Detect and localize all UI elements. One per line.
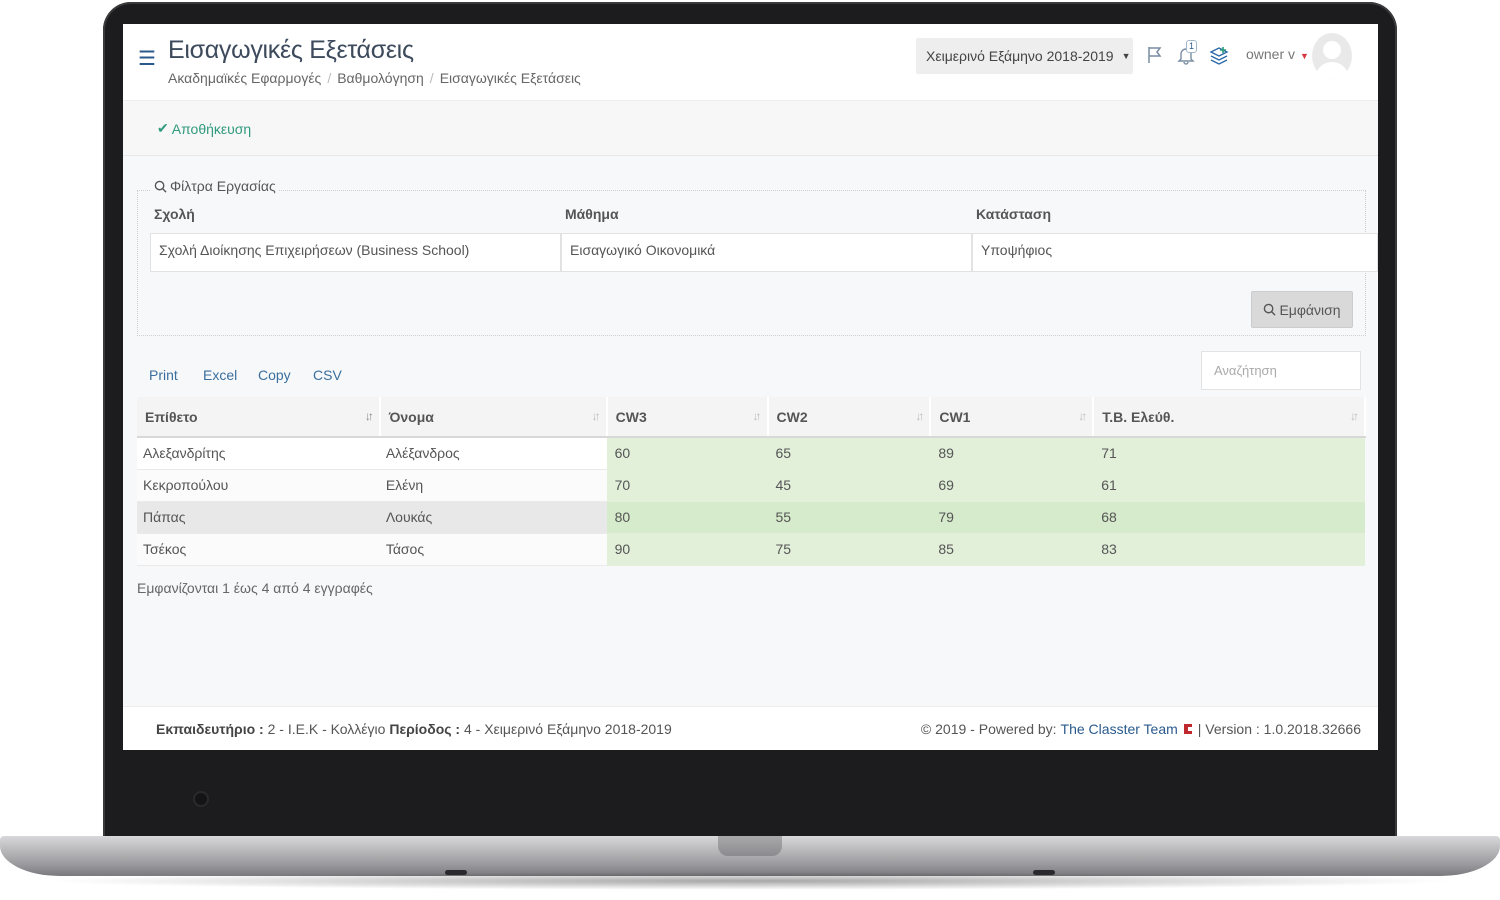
cell-cw1[interactable]: 85 bbox=[930, 533, 1094, 566]
laptop-notch bbox=[718, 836, 782, 856]
status-field[interactable]: Υποψήφιος bbox=[972, 233, 1378, 272]
sort-icon: ↓↑ bbox=[1078, 409, 1087, 423]
user-menu[interactable]: owner v bbox=[1246, 46, 1295, 62]
cell-surname: Κεκροπούλου bbox=[137, 469, 380, 502]
cell-cw2[interactable]: 65 bbox=[767, 437, 931, 470]
institution-value: 2 - Ι.Ε.Κ - Κολλέγιο bbox=[267, 721, 386, 737]
course-field[interactable]: Εισαγωγικό Οικονομικά bbox=[561, 233, 972, 272]
filter-legend: Φίλτρα Εργασίας bbox=[151, 178, 279, 194]
chevron-down-icon[interactable]: ▼ bbox=[1300, 51, 1309, 61]
cell-cw3[interactable]: 60 bbox=[606, 437, 768, 470]
cell-tb[interactable]: 61 bbox=[1093, 469, 1365, 502]
footer-context: Εκπαιδευτήριο : 2 - Ι.Ε.Κ - Κολλέγιο Περ… bbox=[156, 721, 672, 737]
column-header-surname[interactable]: Επίθετο ↓↑ bbox=[137, 397, 381, 438]
cell-cw2[interactable]: 55 bbox=[767, 501, 931, 534]
show-button[interactable]: Εμφάνιση bbox=[1251, 291, 1353, 328]
search-icon bbox=[1264, 303, 1277, 316]
cell-surname: Τσέκος bbox=[137, 533, 380, 566]
webcam bbox=[193, 791, 209, 807]
chevron-down-icon: ▼ bbox=[1121, 51, 1131, 61]
table-row[interactable]: Αλεξανδρίτης Αλέξανδρος 60 65 89 71 bbox=[137, 437, 1365, 470]
status-label: Κατάσταση bbox=[976, 206, 1052, 222]
sort-icon: ↓↑ bbox=[915, 409, 924, 423]
check-icon: ✔ bbox=[157, 120, 169, 136]
period-label: Περίοδος : bbox=[389, 721, 461, 737]
csv-button[interactable]: CSV bbox=[313, 367, 342, 383]
breadcrumb-item[interactable]: Εισαγωγικές Εξετάσεις bbox=[440, 70, 581, 86]
cell-cw1[interactable]: 79 bbox=[930, 501, 1094, 534]
action-bar: ✔ Αποθήκευση bbox=[123, 102, 1378, 156]
layers-icon[interactable] bbox=[1208, 44, 1230, 66]
flag-icon[interactable] bbox=[1144, 44, 1166, 66]
school-field[interactable]: Σχολή Διοίκησης Επιχειρήσεων (Business S… bbox=[150, 233, 561, 272]
sort-icon: ↓↑ bbox=[1350, 409, 1359, 423]
footer: Εκπαιδευτήριο : 2 - Ι.Ε.Κ - Κολλέγιο Περ… bbox=[123, 706, 1378, 750]
cell-name: Τάσος bbox=[379, 533, 607, 566]
laptop-shadow bbox=[40, 872, 1460, 890]
copy-button[interactable]: Copy bbox=[258, 367, 291, 383]
cell-cw1[interactable]: 69 bbox=[930, 469, 1094, 502]
table-row[interactable]: Πάπας Λουκάς 80 55 79 68 bbox=[137, 501, 1365, 534]
grades-table: Επίθετο ↓↑ Όνομα ↓↑ CW3 ↓↑ CW2 ↓↑ CW1 ↓↑ Τ.Β.… bbox=[137, 397, 1366, 566]
column-header-cw2[interactable]: CW2 ↓↑ bbox=[767, 397, 932, 438]
semester-value: Χειμερινό Εξάμηνο 2018-2019 bbox=[926, 48, 1114, 64]
cell-cw3[interactable]: 70 bbox=[606, 469, 768, 502]
table-info: Εμφανίζονται 1 έως 4 από 4 εγγραφές bbox=[137, 580, 373, 596]
period-value: 4 - Χειμερινό Εξάμηνο 2018-2019 bbox=[463, 721, 672, 737]
notification-badge: 1 bbox=[1186, 40, 1198, 53]
school-label: Σχολή bbox=[154, 206, 195, 222]
cell-surname: Πάπας bbox=[137, 501, 380, 534]
menu-icon[interactable]: ☰ bbox=[138, 46, 156, 71]
column-header-name[interactable]: Όνομα ↓↑ bbox=[379, 397, 608, 438]
avatar[interactable] bbox=[1312, 33, 1352, 79]
column-header-tb[interactable]: Τ.Β. Ελεύθ. ↓↑ bbox=[1093, 397, 1366, 438]
table-header: Επίθετο ↓↑ Όνομα ↓↑ CW3 ↓↑ CW2 ↓↑ CW1 ↓↑ Τ.Β.… bbox=[137, 397, 1366, 438]
show-label: Εμφάνιση bbox=[1279, 301, 1341, 318]
cell-cw3[interactable]: 80 bbox=[606, 501, 768, 534]
breadcrumb-item[interactable]: Ακαδημαϊκές Εφαρμογές bbox=[168, 70, 321, 86]
laptop-foot bbox=[1033, 870, 1055, 875]
copyright-icon: © bbox=[920, 721, 932, 737]
cell-surname: Αλεξανδρίτης bbox=[137, 437, 380, 470]
cell-tb[interactable]: 83 bbox=[1093, 533, 1365, 566]
cell-tb[interactable]: 71 bbox=[1093, 437, 1365, 470]
breadcrumb-item[interactable]: Βαθμολόγηση bbox=[337, 70, 424, 86]
semester-select[interactable]: Χειμερινό Εξάμηνο 2018-2019 ▼ bbox=[916, 38, 1133, 74]
save-label: Αποθήκευση bbox=[171, 120, 252, 137]
cell-name: Αλέξανδρος bbox=[379, 437, 607, 470]
course-label: Μάθημα bbox=[565, 206, 619, 222]
sort-icon: ↓↑ bbox=[591, 409, 601, 423]
breadcrumb: Ακαδημαϊκές Εφαρμογές / Βαθμολόγηση / Εισαγω… bbox=[168, 70, 581, 86]
print-button[interactable]: Print bbox=[149, 367, 178, 383]
column-header-cw3[interactable]: CW3 ↓↑ bbox=[606, 397, 769, 438]
app-screen: ☰ Εισαγωγικές Εξετάσεις Ακαδημαϊκές Εφαρ… bbox=[123, 24, 1378, 750]
search-input[interactable] bbox=[1201, 351, 1361, 390]
table-row[interactable]: Τσέκος Τάσος 90 75 85 83 bbox=[137, 533, 1365, 566]
top-header: ☰ Εισαγωγικές Εξετάσεις Ακαδημαϊκές Εφαρ… bbox=[123, 24, 1378, 101]
excel-button[interactable]: Excel bbox=[203, 367, 237, 383]
table-row[interactable]: Κεκροπούλου Ελένη 70 45 69 61 bbox=[137, 469, 1365, 502]
cell-cw2[interactable]: 45 bbox=[767, 469, 931, 502]
sort-asc-icon: ↓↑ bbox=[364, 409, 374, 423]
team-link[interactable]: The Classter Team bbox=[1061, 721, 1178, 737]
column-header-cw1[interactable]: CW1 ↓↑ bbox=[930, 397, 1095, 438]
cell-cw2[interactable]: 75 bbox=[767, 533, 931, 566]
institution-label: Εκπαιδευτήριο : bbox=[156, 721, 264, 737]
cell-cw3[interactable]: 90 bbox=[606, 533, 768, 566]
footer-credits: © 2019 - Powered by: The Classter Team |… bbox=[921, 721, 1361, 737]
page-title: Εισαγωγικές Εξετάσεις bbox=[168, 36, 414, 64]
cell-tb[interactable]: 68 bbox=[1093, 501, 1365, 534]
logo-icon bbox=[1183, 724, 1192, 734]
copyright-text: 2019 - Powered by: bbox=[935, 721, 1057, 737]
save-button[interactable]: ✔ Αποθήκευση bbox=[157, 120, 251, 137]
laptop-foot bbox=[445, 870, 467, 875]
cell-name: Λουκάς bbox=[379, 501, 607, 534]
search-icon bbox=[154, 180, 167, 193]
cell-cw1[interactable]: 89 bbox=[930, 437, 1094, 470]
version-text: | Version : 1.0.2018.32666 bbox=[1197, 721, 1361, 737]
cell-name: Ελένη bbox=[379, 469, 607, 502]
sort-icon: ↓↑ bbox=[752, 409, 762, 423]
filter-legend-label: Φίλτρα Εργασίας bbox=[170, 178, 276, 194]
